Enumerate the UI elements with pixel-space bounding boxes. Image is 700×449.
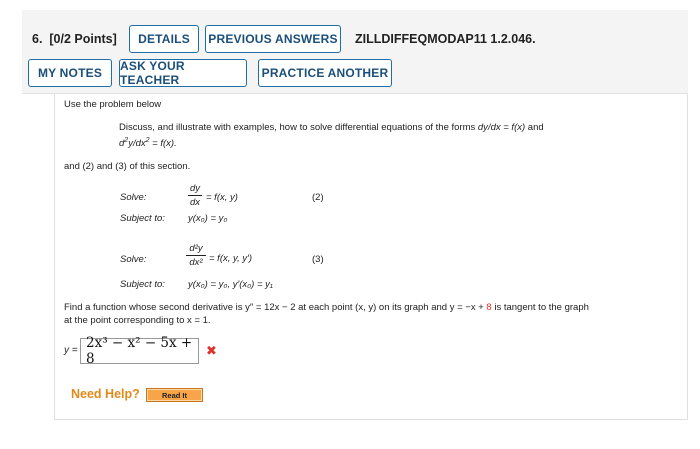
need-help-label: Need Help? [71, 387, 140, 401]
discuss-text: Discuss, and illustrate with examples, h… [119, 122, 544, 133]
subject-label-3: Subject to: [120, 279, 165, 290]
and-section-text: and (2) and (3) of this section. [64, 161, 191, 172]
read-it-button[interactable]: Read It [146, 388, 203, 402]
highlighted-value: 8 [486, 302, 492, 313]
problem-intro: Use the problem below [64, 99, 162, 110]
solve-label-3: Solve: [120, 254, 147, 265]
eq2-tag: (2) [312, 192, 324, 203]
answer-value: 2x³ − x² − 5x + 8 [86, 335, 193, 367]
form2-text: d2y/dx2 = f(x). [119, 137, 177, 150]
question-number: 6. [0/2 Points] [32, 32, 117, 46]
task-text-line2: at the point corresponding to x = 1. [64, 315, 211, 326]
eq3-rhs: = f(x, y, y′) [209, 253, 253, 264]
subject-label-2: Subject to: [120, 213, 165, 224]
eq2-denominator: dx [189, 197, 201, 208]
eq3-fraction: d²y dx² [186, 243, 206, 268]
eq3-tag: (3) [312, 254, 324, 265]
eq2-condition: y(x₀) = y₀ [188, 213, 228, 224]
practice-another-button[interactable]: PRACTICE ANOTHER [258, 59, 392, 87]
details-button[interactable]: DETAILS [129, 25, 199, 53]
x-mark-icon: ✖ [206, 343, 217, 358]
previous-answers-button[interactable]: PREVIOUS ANSWERS [205, 25, 341, 53]
eq2-rhs: = f(x, y) [206, 192, 238, 203]
solve-label-2: Solve: [120, 192, 147, 203]
eq3-condition: y(x₀) = y₀, y′(x₀) = y₁ [188, 279, 273, 290]
eq3-numerator: d²y [189, 243, 203, 254]
question-id: ZILLDIFFEQMODAP11 1.2.046. [355, 32, 536, 46]
eq3-denominator: dx² [189, 257, 203, 268]
answer-label: y = [64, 345, 78, 356]
question-header: 6. [0/2 Points] DETAILS PREVIOUS ANSWERS… [22, 10, 688, 94]
eq2-numerator: dy [189, 183, 201, 194]
eq2-fraction: dy dx [188, 183, 202, 208]
points-label: [0/2 Points] [49, 32, 117, 46]
ask-your-teacher-button[interactable]: ASK YOUR TEACHER [119, 59, 247, 87]
my-notes-button[interactable]: MY NOTES [28, 59, 112, 87]
answer-input[interactable]: 2x³ − x² − 5x + 8 [80, 335, 199, 367]
task-text: Find a function whose second derivative … [64, 302, 589, 313]
